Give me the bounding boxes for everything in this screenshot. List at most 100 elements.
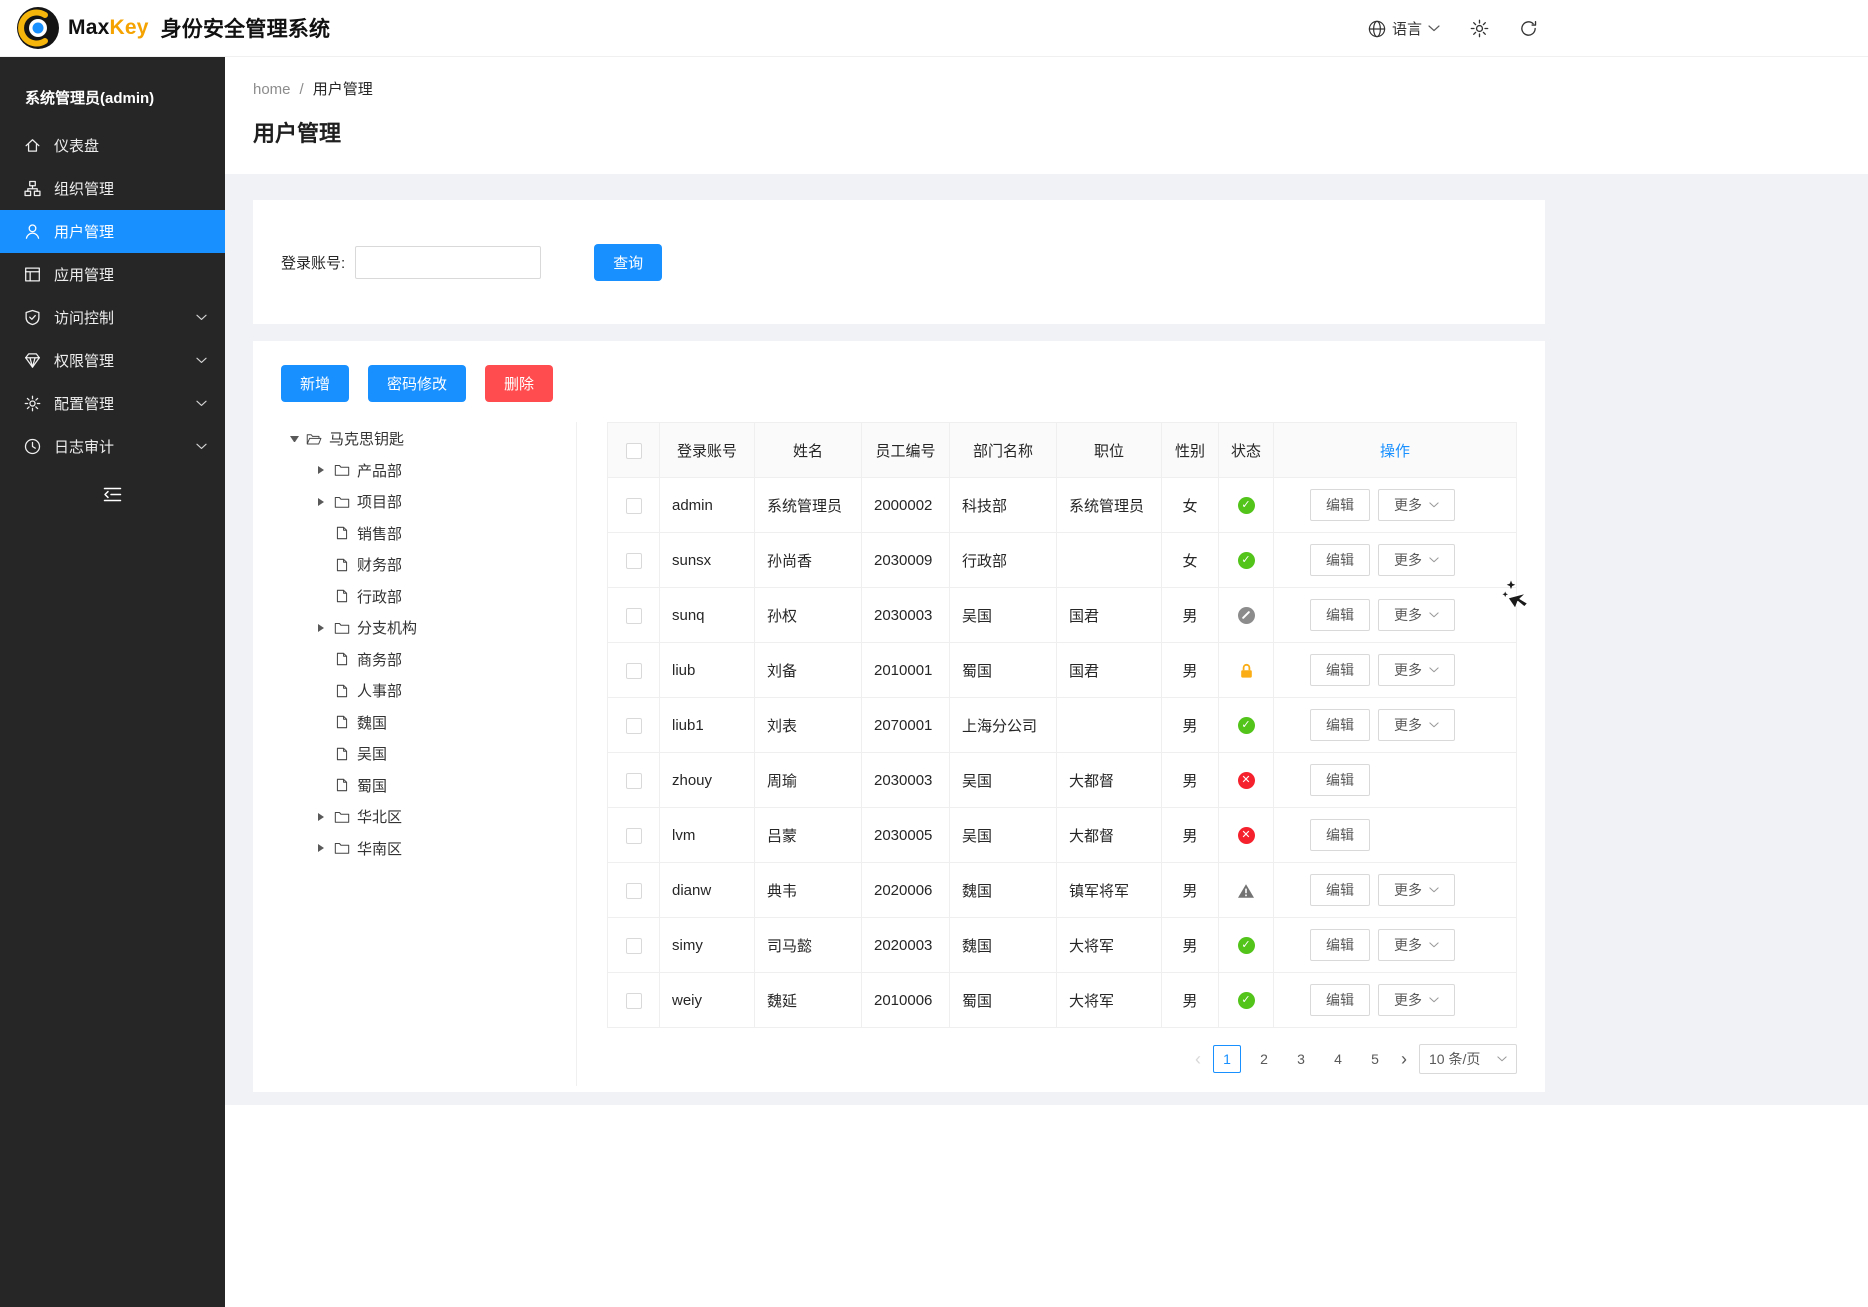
access-icon [24,309,41,326]
edit-button[interactable]: 编辑 [1310,489,1370,521]
more-button[interactable]: 更多 [1378,489,1455,521]
row-checkbox[interactable] [626,498,642,514]
org-tree: 马克思钥匙产品部项目部销售部财务部行政部分支机构商务部人事部魏国吴国蜀国华北区华… [253,422,577,1086]
sidebar-item-dashboard[interactable]: 仪表盘 [0,124,225,167]
row-checkbox[interactable] [626,553,642,569]
next-page-button[interactable]: › [1398,1050,1410,1068]
search-button[interactable]: 查询 [594,244,662,281]
tree-node[interactable]: 销售部 [290,518,568,550]
settings-gear-icon[interactable] [1470,19,1489,38]
cell-department: 上海分公司 [950,698,1057,753]
tree-node[interactable]: 魏国 [290,707,568,739]
edit-button[interactable]: 编辑 [1310,764,1370,796]
more-button[interactable]: 更多 [1378,709,1455,741]
sidebar-item-users[interactable]: 用户管理 [0,210,225,253]
sidebar-item-apps[interactable]: 应用管理 [0,253,225,296]
status-forbidden-icon [1238,607,1255,624]
row-checkbox[interactable] [626,938,642,954]
column-header: 职位 [1057,423,1162,478]
page-number-1[interactable]: 1 [1213,1045,1241,1073]
row-checkbox[interactable] [626,883,642,899]
breadcrumb-current: 用户管理 [313,81,373,98]
column-header: 性别 [1162,423,1219,478]
tree-node[interactable]: 人事部 [290,675,568,707]
cell-name: 系统管理员 [755,478,862,533]
cell-actions: 编辑更多 [1274,698,1517,753]
tree-node[interactable]: 产品部 [290,455,568,487]
prev-page-button[interactable]: ‹ [1192,1050,1204,1068]
sidebar-item-access-control[interactable]: 访问控制 [0,296,225,339]
sidebar-item-audit[interactable]: 日志审计 [0,425,225,468]
edit-button[interactable]: 编辑 [1310,929,1370,961]
edit-button[interactable]: 编辑 [1310,819,1370,851]
page-header: home/用户管理 用户管理 [225,57,1868,174]
cell-employee-id: 2030003 [862,753,950,808]
page-number-4[interactable]: 4 [1324,1045,1352,1073]
collapse-sidebar-button[interactable] [0,486,225,503]
page-number-3[interactable]: 3 [1287,1045,1315,1073]
cell-status [1219,588,1274,643]
user-icon [24,223,41,240]
chevron-down-icon [1428,25,1440,32]
tree-node-root[interactable]: 马克思钥匙 [290,423,568,455]
tree-node[interactable]: 商务部 [290,644,568,676]
row-checkbox[interactable] [626,993,642,1009]
edit-button[interactable]: 编辑 [1310,544,1370,576]
row-checkbox[interactable] [626,718,642,734]
chevron-down-icon [1429,722,1439,728]
more-button[interactable]: 更多 [1378,599,1455,631]
cell-actions: 编辑更多 [1274,588,1517,643]
tree-node[interactable]: 财务部 [290,549,568,581]
page-number-5[interactable]: 5 [1361,1045,1389,1073]
cell-gender: 男 [1162,588,1219,643]
table-row: dianw典韦2020006魏国镇军将军男编辑更多 [608,863,1517,918]
tree-node[interactable]: 华南区 [290,833,568,865]
column-header: 状态 [1219,423,1274,478]
tree-node[interactable]: 蜀国 [290,770,568,802]
tree-node[interactable]: 分支机构 [290,612,568,644]
more-button[interactable]: 更多 [1378,874,1455,906]
change-password-button[interactable]: 密码修改 [368,365,466,402]
edit-button[interactable]: 编辑 [1310,984,1370,1016]
page-number-2[interactable]: 2 [1250,1045,1278,1073]
add-button[interactable]: 新增 [281,365,349,402]
sidebar-item-label: 用户管理 [54,221,114,242]
tree-node[interactable]: 行政部 [290,581,568,613]
cell-status: ✕ [1219,808,1274,863]
status-inactive-icon: ✕ [1238,827,1255,844]
breadcrumb-home[interactable]: home [253,81,291,98]
select-all-checkbox[interactable] [626,443,642,459]
more-button[interactable]: 更多 [1378,654,1455,686]
cell-position: 国君 [1057,588,1162,643]
row-checkbox[interactable] [626,663,642,679]
cell-actions: 编辑更多 [1274,533,1517,588]
cell-name: 刘备 [755,643,862,698]
row-checkbox[interactable] [626,773,642,789]
search-input[interactable] [355,246,541,279]
tree-node[interactable]: 华北区 [290,801,568,833]
more-button[interactable]: 更多 [1378,984,1455,1016]
sidebar-item-permissions[interactable]: 权限管理 [0,339,225,382]
cell-checkbox [608,588,660,643]
logout-icon[interactable] [1519,19,1538,38]
sidebar-item-config[interactable]: 配置管理 [0,382,225,425]
more-button[interactable]: 更多 [1378,929,1455,961]
page-size-select[interactable]: 10 条/页 [1419,1044,1517,1074]
sidebar-item-org[interactable]: 组织管理 [0,167,225,210]
tree-node[interactable]: 吴国 [290,738,568,770]
tree-node[interactable]: 项目部 [290,486,568,518]
edit-button[interactable]: 编辑 [1310,709,1370,741]
row-checkbox[interactable] [626,608,642,624]
row-checkbox[interactable] [626,828,642,844]
tree-node-label: 华北区 [357,806,402,827]
delete-button[interactable]: 删除 [485,365,553,402]
more-button[interactable]: 更多 [1378,544,1455,576]
cell-account: admin [660,478,755,533]
language-selector[interactable]: 语言 [1368,18,1440,39]
cell-actions: 编辑 [1274,808,1517,863]
edit-button[interactable]: 编辑 [1310,654,1370,686]
tree-node-label: 分支机构 [357,617,417,638]
cell-department: 吴国 [950,808,1057,863]
edit-button[interactable]: 编辑 [1310,874,1370,906]
edit-button[interactable]: 编辑 [1310,599,1370,631]
